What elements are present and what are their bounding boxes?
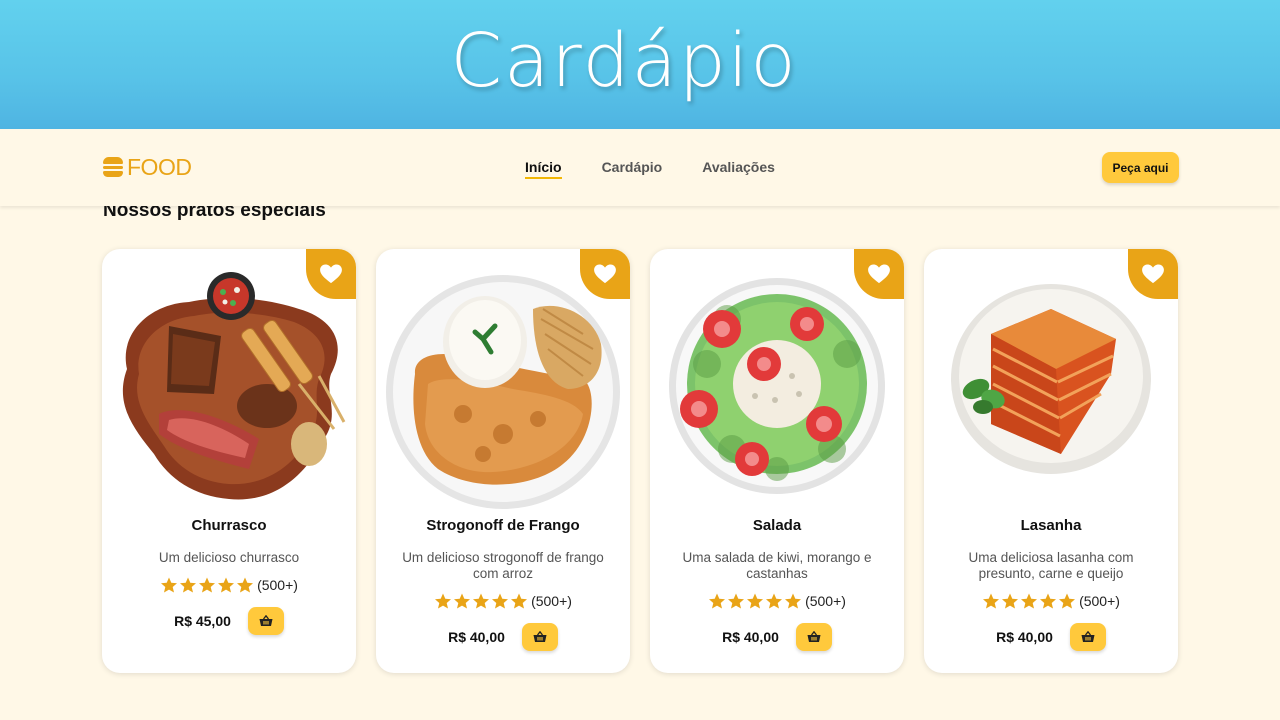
- dish-rating: (500+): [102, 576, 356, 594]
- star-icon: [1021, 593, 1038, 609]
- star-rating: [982, 592, 1077, 610]
- dish-price: R$ 40,00: [996, 629, 1053, 645]
- star-rating: [160, 576, 255, 594]
- star-icon: [766, 593, 783, 609]
- add-to-cart-button[interactable]: [247, 607, 284, 635]
- star-icon: [492, 593, 509, 609]
- rating-count: (500+): [1079, 593, 1120, 609]
- star-icon: [747, 593, 764, 609]
- star-rating: [708, 592, 803, 610]
- dish-image-strogonoff: [386, 275, 620, 509]
- star-icon: [435, 593, 452, 609]
- dish-rating: (500+): [924, 592, 1178, 610]
- basket-icon: [259, 615, 273, 626]
- dish-description: Uma salada de kiwi, morango e castanhas: [682, 550, 872, 581]
- dish-name: Lasanha: [1020, 517, 1082, 534]
- add-to-cart-button[interactable]: [521, 623, 558, 651]
- nav-link-inicio[interactable]: Início: [525, 159, 562, 179]
- rating-count: (500+): [531, 593, 572, 609]
- burger-icon: [103, 157, 123, 177]
- dish-description: Uma deliciosa lasanha com presunto, carn…: [968, 550, 1134, 581]
- star-icon: [180, 577, 197, 593]
- basket-icon: [533, 631, 547, 642]
- basket-icon: [1081, 631, 1095, 642]
- basket-icon: [807, 631, 821, 642]
- dish-card: Churrasco Um delicioso churrasco (500+) …: [102, 249, 356, 673]
- dish-name: Churrasco: [191, 517, 267, 534]
- star-icon: [237, 577, 254, 593]
- nav-link-avaliacoes[interactable]: Avaliações: [702, 159, 775, 175]
- nav-link-cardapio[interactable]: Cardápio: [602, 159, 663, 175]
- dish-rating: (500+): [376, 592, 630, 610]
- rating-count: (500+): [805, 593, 846, 609]
- star-icon: [1002, 593, 1019, 609]
- star-icon: [218, 577, 235, 593]
- star-icon: [199, 577, 216, 593]
- dish-image-lasanha: [951, 284, 1151, 474]
- dish-card: Salada Uma salada de kiwi, morango e cas…: [650, 249, 904, 673]
- dish-name: Salada: [752, 517, 802, 534]
- star-icon: [1040, 593, 1057, 609]
- star-icon: [511, 593, 528, 609]
- dish-name: Strogonoff de Frango: [426, 517, 580, 534]
- navbar: FOOD Início Cardápio Avaliações Peça aqu…: [0, 129, 1280, 206]
- brand-name: FOOD: [127, 153, 192, 180]
- star-icon: [728, 593, 745, 609]
- dish-card: Lasanha Uma deliciosa lasanha com presun…: [924, 249, 1178, 673]
- star-icon: [454, 593, 471, 609]
- star-icon: [785, 593, 802, 609]
- dish-rating: (500+): [650, 592, 904, 610]
- dish-card: Strogonoff de Frango Um delicioso strogo…: [376, 249, 630, 673]
- page-banner: Cardápio: [0, 0, 1280, 129]
- dish-price: R$ 40,00: [722, 629, 779, 645]
- dish-price: R$ 45,00: [174, 613, 231, 629]
- star-icon: [161, 577, 178, 593]
- banner-title: Cardápio: [450, 18, 798, 104]
- nav-menu: Início Cardápio Avaliações: [525, 159, 815, 179]
- star-icon: [473, 593, 490, 609]
- star-icon: [983, 593, 1000, 609]
- dish-description: Um delicioso churrasco: [158, 550, 300, 565]
- order-button[interactable]: Peça aqui: [1102, 152, 1179, 183]
- rating-count: (500+): [257, 577, 298, 593]
- add-to-cart-button[interactable]: [795, 623, 832, 651]
- add-to-cart-button[interactable]: [1069, 623, 1106, 651]
- dish-card-list: Churrasco Um delicioso churrasco (500+) …: [102, 249, 1198, 673]
- dish-price: R$ 40,00: [448, 629, 505, 645]
- star-icon: [709, 593, 726, 609]
- star-icon: [1059, 593, 1076, 609]
- dish-description: Um delicioso strogonoff de frango com ar…: [402, 550, 604, 581]
- star-rating: [434, 592, 529, 610]
- brand-logo[interactable]: FOOD: [103, 153, 192, 180]
- dish-image-churrasco: [122, 272, 346, 500]
- dish-image-salada: [669, 278, 885, 494]
